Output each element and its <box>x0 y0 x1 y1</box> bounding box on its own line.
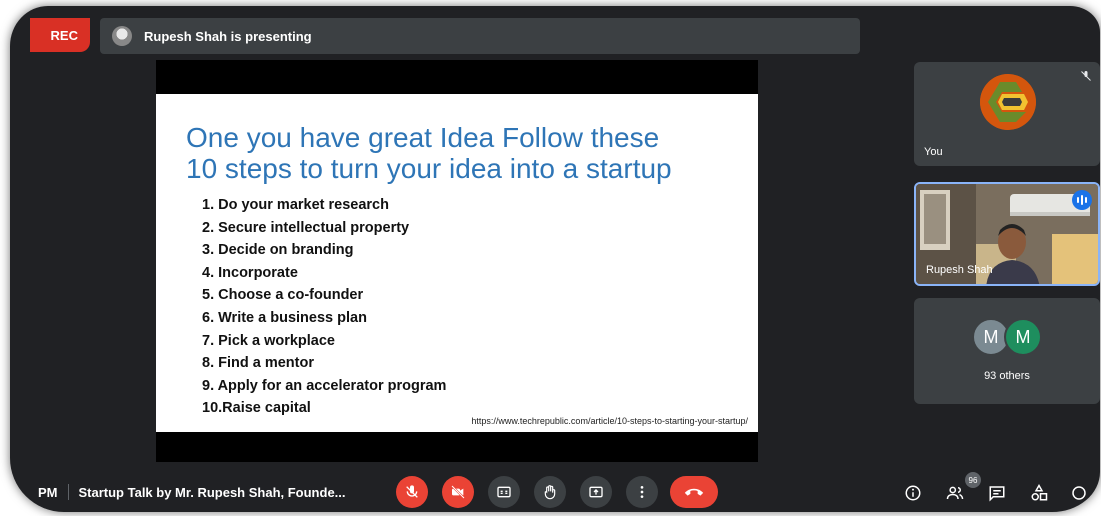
slide-title-line-2: 10 steps to turn your idea into a startu… <box>186 153 672 184</box>
participant-tile-others[interactable]: M M 93 others <box>914 298 1100 404</box>
mic-off-icon <box>406 485 418 498</box>
captions-icon <box>497 486 511 498</box>
more-options-button[interactable] <box>626 476 658 508</box>
list-item: 2. Secure intellectual property <box>202 219 410 236</box>
camera-off-icon <box>451 485 465 499</box>
recording-indicator: REC <box>30 18 90 52</box>
presenter-avatar <box>112 26 132 46</box>
list-item: 7. Pick a workplace <box>202 332 335 349</box>
lock-person-icon <box>1072 486 1086 500</box>
participant-tile-you[interactable]: You <box>914 62 1100 166</box>
presenter-bar: Rupesh Shah is presenting <box>100 18 860 54</box>
more-vert-icon <box>640 486 644 498</box>
meeting-title: Startup Talk by Mr. Rupesh Shah, Founde.… <box>78 484 346 500</box>
mic-off-icon <box>1080 70 1092 85</box>
list-item: 3. Decide on branding <box>202 242 354 259</box>
you-label: You <box>924 146 943 158</box>
people-count-badge: 96 <box>965 472 981 488</box>
activities-button[interactable] <box>1028 482 1050 504</box>
chat-icon <box>989 486 1005 502</box>
raise-hand-button[interactable] <box>534 476 566 508</box>
activities-icon <box>1031 484 1048 501</box>
others-count-label: 93 others <box>984 370 1030 382</box>
speaking-indicator-icon <box>1072 190 1092 210</box>
microphone-button[interactable] <box>396 476 428 508</box>
slide-title: One you have great Idea Follow these 10 … <box>186 122 746 184</box>
meet-window: REC Rupesh Shah is presenting One you ha… <box>10 6 1100 512</box>
leave-call-button[interactable] <box>670 476 718 508</box>
slide-title-line-1: One you have great Idea Follow these <box>186 122 660 153</box>
recording-label: REC <box>50 27 78 43</box>
divider <box>67 484 69 500</box>
list-item: 10.Raise capital <box>202 400 311 417</box>
slide: One you have great Idea Follow these 10 … <box>156 94 758 432</box>
captions-button[interactable] <box>488 476 520 508</box>
hand-icon <box>544 485 556 500</box>
list-item: 4. Incorporate <box>202 264 298 281</box>
present-icon <box>589 486 603 498</box>
rupesh-label: Rupesh Shah <box>926 264 993 276</box>
presentation-stage: One you have great Idea Follow these 10 … <box>156 60 758 462</box>
participant-tile-rupesh[interactable]: Rupesh Shah <box>914 182 1100 286</box>
present-button[interactable] <box>580 476 612 508</box>
slide-source-url: https://www.techrepublic.com/article/10-… <box>471 416 748 426</box>
people-icon <box>946 486 964 500</box>
list-item: 5. Choose a co-founder <box>202 287 364 304</box>
avatar: M <box>1004 318 1042 356</box>
you-avatar <box>980 74 1036 130</box>
meeting-details: PM Startup Talk by Mr. Rupesh Shah, Foun… <box>38 484 346 500</box>
list-item: 8. Find a mentor <box>202 355 314 372</box>
camera-button[interactable] <box>442 476 474 508</box>
list-item: 9. Apply for an accelerator program <box>202 377 447 394</box>
hang-up-icon <box>684 488 704 496</box>
host-controls-button[interactable] <box>1068 482 1090 504</box>
list-item: 6. Write a business plan <box>202 309 367 326</box>
list-item: 1. Do your market research <box>202 197 389 213</box>
presenter-text: Rupesh Shah is presenting <box>144 28 312 44</box>
meeting-info-button[interactable] <box>902 482 924 504</box>
meeting-time: PM <box>38 484 58 500</box>
info-icon <box>905 485 921 501</box>
people-button[interactable] <box>944 482 966 504</box>
chat-button[interactable] <box>986 482 1008 504</box>
steps-list: 1. Do your market research 2. Secure int… <box>202 194 446 420</box>
